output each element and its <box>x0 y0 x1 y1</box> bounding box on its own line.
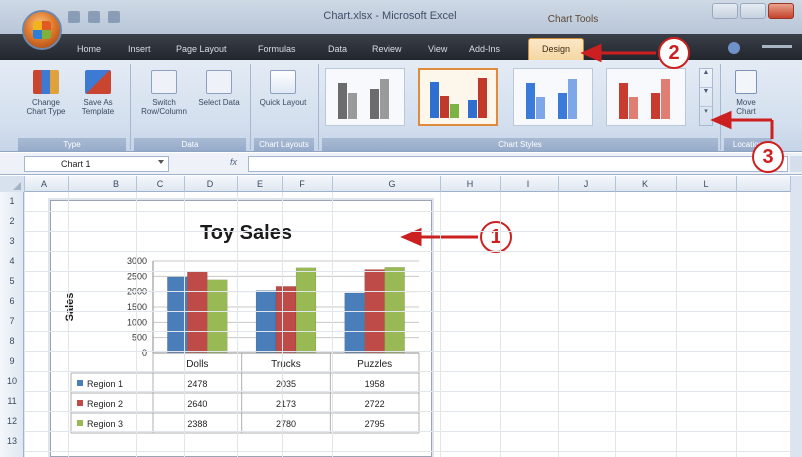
callout-3-arrowhead <box>710 110 732 130</box>
column-separator <box>558 176 559 192</box>
column-header-g[interactable]: G <box>382 179 402 189</box>
row-header-9[interactable]: 9 <box>0 356 24 366</box>
office-logo-icon <box>33 21 51 39</box>
row-header-5[interactable]: 5 <box>0 276 24 286</box>
grid-hline <box>24 291 794 292</box>
grid-hline <box>24 271 794 272</box>
column-separator <box>736 176 737 192</box>
grid-hline <box>24 211 794 212</box>
row-header-13[interactable]: 13 <box>0 436 24 446</box>
row-header-6[interactable]: 6 <box>0 296 24 306</box>
column-header-a[interactable]: A <box>34 179 54 189</box>
grid-hline <box>24 431 794 432</box>
grid-hline <box>24 451 794 452</box>
column-separator <box>790 176 791 192</box>
column-separator <box>184 176 185 192</box>
callout-arrows <box>400 43 774 247</box>
column-header-h[interactable]: H <box>460 179 480 189</box>
column-separator <box>237 176 238 192</box>
row-header-4[interactable]: 4 <box>0 256 24 266</box>
row-header-7[interactable]: 7 <box>0 316 24 326</box>
column-separator <box>676 176 677 192</box>
column-separator <box>615 176 616 192</box>
grid-hline <box>24 351 794 352</box>
row-header-8[interactable]: 8 <box>0 336 24 346</box>
row-header-11[interactable]: 11 <box>0 396 24 406</box>
column-separator <box>68 176 69 192</box>
grid-hline <box>24 371 794 372</box>
row-header-10[interactable]: 10 <box>0 376 24 386</box>
row-header-1[interactable]: 1 <box>0 196 24 206</box>
column-header-e[interactable]: E <box>250 179 270 189</box>
grid-hline <box>24 391 794 392</box>
grid-hline <box>24 411 794 412</box>
column-separator <box>24 176 25 192</box>
column-header-k[interactable]: K <box>635 179 655 189</box>
grid-hline <box>24 231 794 232</box>
column-separator <box>440 176 441 192</box>
callout-1-arrowhead <box>400 227 422 247</box>
column-separator <box>282 176 283 192</box>
row-header-2[interactable]: 2 <box>0 216 24 226</box>
row-header-3[interactable]: 3 <box>0 236 24 246</box>
column-header-b[interactable]: B <box>106 179 126 189</box>
office-button[interactable] <box>22 10 62 50</box>
callout-2-arrowhead <box>580 43 602 63</box>
grid-hline <box>24 251 794 252</box>
column-header-c[interactable]: C <box>150 179 170 189</box>
column-separator <box>136 176 137 192</box>
column-header-d[interactable]: D <box>200 179 220 189</box>
column-header-j[interactable]: J <box>576 179 596 189</box>
row-header-12[interactable]: 12 <box>0 416 24 426</box>
column-separator <box>332 176 333 192</box>
grid-hline <box>24 311 794 312</box>
grid-hline <box>24 331 794 332</box>
column-separator <box>500 176 501 192</box>
column-header-l[interactable]: L <box>696 179 716 189</box>
column-header-i[interactable]: I <box>518 179 538 189</box>
column-header-f[interactable]: F <box>292 179 312 189</box>
